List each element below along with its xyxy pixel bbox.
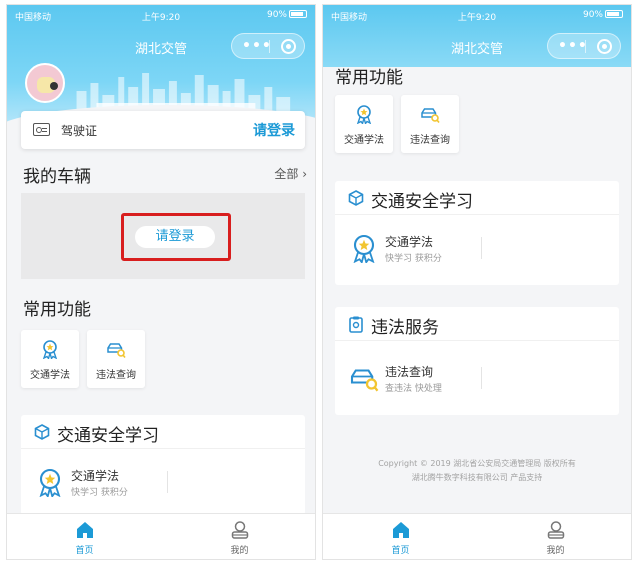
- item-title: 违法查询: [385, 365, 434, 379]
- all-vehicles-link[interactable]: 全部 ›: [274, 165, 307, 182]
- item-divider: [167, 471, 168, 493]
- card-header: 交通安全学习: [21, 415, 305, 449]
- list-item-traffic-study[interactable]: 交通学法 快学习 获积分: [21, 455, 305, 513]
- item-subtitle: 快学习 获积分: [385, 254, 442, 264]
- tab-label: 我的: [546, 546, 565, 556]
- list-item-traffic-study[interactable]: 交通学法 快学习 获积分: [335, 221, 619, 279]
- close-miniprogram-icon[interactable]: [597, 39, 612, 54]
- medal-icon: [39, 468, 61, 497]
- capsule-divider: [269, 40, 270, 53]
- tab-label: 首页: [391, 546, 410, 556]
- item-subtitle: 快学习 获积分: [71, 488, 128, 498]
- capsule-divider: [585, 40, 586, 53]
- common-functions-title: 常用功能: [23, 300, 91, 320]
- clipboard-icon: [349, 316, 363, 333]
- close-miniprogram-icon[interactable]: [281, 39, 296, 54]
- phone-screen-home: 中国移动 上午9:20 90% 湖北交管 ••• 驾驶证 请登录 我的车辆 全部…: [6, 4, 316, 560]
- home-icon: [77, 522, 93, 538]
- violation-service-card: 违法服务 违法查询 查违法 快处理: [335, 307, 619, 415]
- tab-bar: 首页 我的: [323, 513, 631, 559]
- medal-icon: [353, 234, 375, 263]
- func-label: 交通学法: [30, 370, 70, 381]
- car-search-icon: [350, 369, 379, 392]
- tab-home[interactable]: 首页: [323, 514, 478, 559]
- func-label: 违法查询: [96, 370, 136, 381]
- medal-icon: [356, 105, 372, 124]
- battery-label: 90%: [266, 10, 287, 20]
- home-icon: [393, 522, 409, 538]
- card-header: 违法服务: [335, 307, 619, 341]
- all-vehicles-label: 全部: [274, 167, 299, 181]
- miniprogram-capsule: •••: [231, 33, 305, 59]
- avatar-face-icon: [37, 77, 58, 93]
- license-login-link[interactable]: 请登录: [253, 120, 295, 140]
- my-vehicles-title: 我的车辆: [23, 167, 91, 187]
- tab-home[interactable]: 首页: [7, 514, 162, 559]
- battery-indicator: 90%: [267, 10, 307, 20]
- driver-license-label: 驾驶证: [61, 124, 98, 138]
- phone-screen-scrolled: 中国移动 上午9:20 90% 湖北交管 ••• 常用功能 交通学法 违法查询: [322, 4, 632, 560]
- item-subtitle: 查违法 快处理: [385, 384, 442, 394]
- item-divider: [481, 367, 482, 389]
- more-menu-button[interactable]: •••: [242, 38, 272, 54]
- card-title: 违法服务: [371, 318, 439, 338]
- medal-icon: [42, 340, 58, 359]
- car-search-icon: [421, 108, 440, 123]
- support-text: 湖北腾牛数字科技有限公司 产品支持: [411, 473, 543, 482]
- func-traffic-study[interactable]: 交通学法: [335, 95, 393, 153]
- user-avatar[interactable]: [25, 63, 65, 103]
- battery-label: 90%: [582, 10, 603, 20]
- nav-bar: 湖北交管 •••: [7, 27, 315, 67]
- tab-mine[interactable]: 我的: [478, 514, 631, 559]
- cube-icon: [348, 190, 364, 206]
- item-title: 交通学法: [71, 469, 120, 483]
- cube-icon: [34, 424, 50, 440]
- person-icon: [231, 521, 249, 539]
- func-label: 违法查询: [410, 135, 450, 146]
- chevron-right-icon: ›: [302, 167, 307, 181]
- safety-learning-card: 交通安全学习 交通学法 快学习 获积分: [21, 415, 305, 515]
- driver-license-card[interactable]: 驾驶证 请登录: [21, 111, 305, 149]
- id-card-icon: [33, 123, 50, 136]
- nav-bar: 湖北交管 •••: [323, 27, 631, 67]
- func-traffic-study[interactable]: 交通学法: [21, 330, 79, 388]
- miniprogram-capsule: •••: [547, 33, 621, 59]
- tab-label: 首页: [75, 546, 94, 556]
- car-search-icon: [107, 343, 126, 358]
- battery-indicator: 90%: [583, 10, 623, 20]
- more-menu-button[interactable]: •••: [558, 38, 588, 54]
- copyright-text: Copyright © 2019 湖北省公安局交通管理局 版权所有: [378, 459, 576, 468]
- tab-mine[interactable]: 我的: [162, 514, 315, 559]
- person-icon: [547, 521, 565, 539]
- item-title: 交通学法: [385, 235, 434, 249]
- card-title: 交通安全学习: [371, 192, 473, 212]
- func-violation-query[interactable]: 违法查询: [401, 95, 459, 153]
- card-header: 交通安全学习: [335, 181, 619, 215]
- battery-icon: [605, 10, 623, 18]
- safety-learning-card: 交通安全学习 交通学法 快学习 获积分: [335, 181, 619, 285]
- tab-label: 我的: [230, 546, 249, 556]
- func-violation-query[interactable]: 违法查询: [87, 330, 145, 388]
- status-bar: 中国移动 上午9:20 90%: [323, 5, 631, 27]
- card-title: 交通安全学习: [57, 426, 159, 446]
- vehicle-login-button[interactable]: 请登录: [135, 226, 215, 248]
- battery-icon: [289, 10, 307, 18]
- item-divider: [481, 237, 482, 259]
- list-item-violation-query[interactable]: 违法查询 查违法 快处理: [335, 351, 619, 409]
- func-label: 交通学法: [344, 135, 384, 146]
- tab-bar: 首页 我的: [7, 513, 315, 559]
- vehicle-panel: 请登录: [21, 193, 305, 279]
- status-bar: 中国移动 上午9:20 90%: [7, 5, 315, 27]
